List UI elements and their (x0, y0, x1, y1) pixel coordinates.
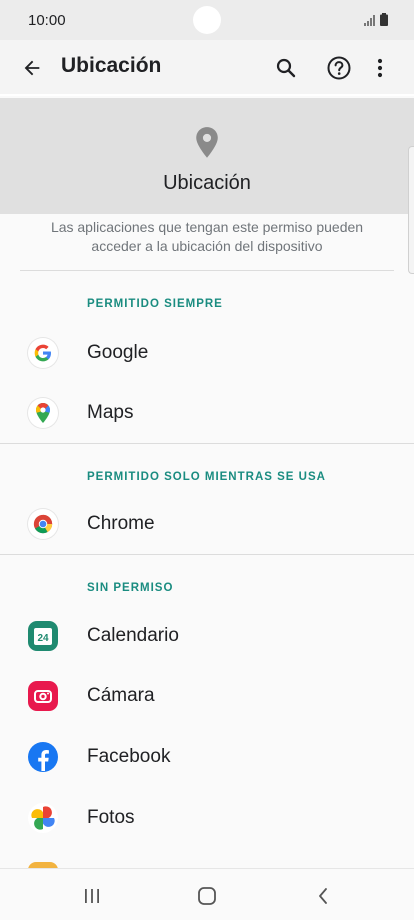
search-icon (276, 58, 296, 78)
permission-description: Las aplicaciones que tengan este permiso… (50, 219, 364, 254)
app-label: Maps (87, 402, 134, 423)
app-label: Chrome (87, 513, 155, 534)
chrome-icon (28, 509, 58, 539)
battery-icon (380, 13, 388, 26)
scroll-indicator[interactable] (408, 146, 414, 274)
app-row-calendario[interactable]: 24 Calendario (0, 606, 414, 666)
navigation-bar (0, 868, 414, 920)
app-row-maps[interactable]: Maps (0, 383, 414, 443)
more-vert-icon (377, 58, 383, 78)
help-button[interactable] (323, 52, 355, 84)
divider (0, 554, 414, 555)
status-bar: 10:00 (0, 0, 414, 40)
section-header-while-in-use: PERMITIDO SOLO MIENTRAS SE USA (87, 471, 326, 483)
app-label: Cámara (87, 685, 155, 706)
status-icons (364, 13, 388, 26)
permission-title: Ubicación (163, 172, 251, 194)
home-icon (198, 887, 216, 905)
app-row-camara[interactable]: Cámara (0, 666, 414, 726)
app-row-chrome[interactable]: Chrome (0, 494, 414, 554)
help-icon (327, 56, 351, 80)
section-header-denied: SIN PERMISO (87, 582, 174, 594)
location-pin-icon (196, 127, 218, 158)
back-nav-button[interactable] (308, 881, 338, 911)
recent-apps-button[interactable] (77, 881, 107, 911)
camera-icon (28, 681, 58, 711)
app-row-facebook[interactable]: Facebook (0, 727, 414, 787)
app-label: Facebook (87, 746, 171, 767)
app-label: Calendario (87, 625, 179, 646)
app-row-fotos[interactable]: Fotos (0, 788, 414, 848)
more-options-button[interactable] (364, 52, 396, 84)
photos-icon (28, 803, 58, 833)
status-time: 10:00 (28, 12, 66, 29)
divider (0, 443, 414, 444)
app-bar: Ubicación (0, 40, 414, 96)
back-button[interactable] (18, 54, 46, 82)
maps-icon (28, 398, 58, 428)
chevron-left-icon (319, 888, 327, 904)
app-row-google[interactable]: Google (0, 323, 414, 383)
search-button[interactable] (270, 52, 302, 84)
section-header-always: PERMITIDO SIEMPRE (87, 298, 223, 310)
divider (20, 270, 394, 271)
permission-header: Ubicación (0, 98, 414, 214)
app-label: Google (87, 342, 149, 363)
arrow-back-icon (24, 60, 40, 76)
facebook-icon (28, 742, 58, 772)
google-icon (28, 338, 58, 368)
calendar-icon: 24 (28, 621, 58, 651)
signal-icon (364, 15, 375, 26)
camera-cutout (193, 6, 221, 34)
page-title: Ubicación (61, 54, 162, 77)
home-button[interactable] (192, 881, 222, 911)
recent-apps-icon (85, 889, 99, 903)
app-label: Fotos (87, 807, 135, 828)
calendar-day: 24 (34, 627, 52, 645)
